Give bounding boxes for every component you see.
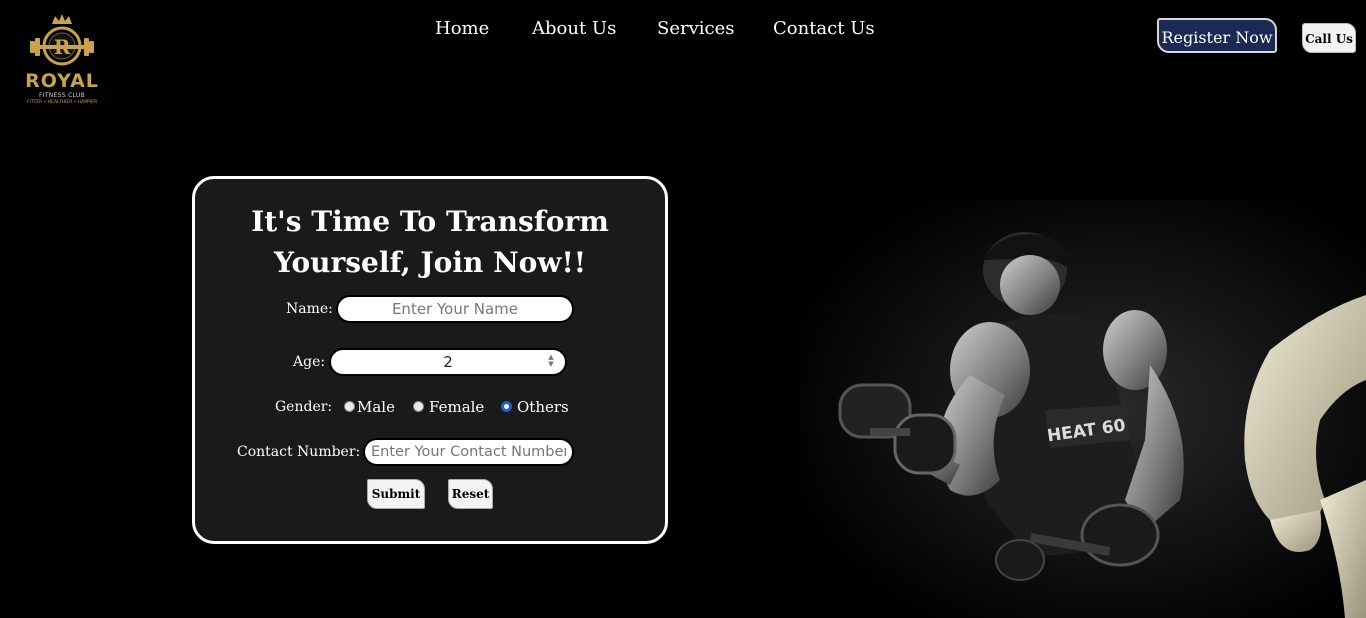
registration-form: It's Time To Transform Yourself, Join No…: [192, 176, 668, 544]
name-input[interactable]: [336, 295, 574, 323]
form-actions: Submit Reset: [195, 479, 665, 509]
brand-tagline: FITTER • HEALTHIER • HAPPIER: [26, 100, 98, 105]
brand-subtitle: FITNESS CLUB: [38, 92, 86, 99]
submit-button[interactable]: Submit: [367, 479, 425, 509]
name-label: Name:: [286, 301, 333, 317]
nav-home[interactable]: Home: [435, 17, 489, 41]
age-input[interactable]: [329, 348, 567, 376]
call-us-button[interactable]: Call Us: [1302, 23, 1356, 53]
register-now-button[interactable]: Register Now: [1157, 18, 1277, 53]
age-row: Age: ▲▼: [195, 348, 665, 376]
age-label: Age:: [293, 354, 326, 370]
gender-male-radio[interactable]: [344, 401, 355, 412]
gender-others-label[interactable]: Others: [517, 393, 569, 421]
gender-male-label[interactable]: Male: [357, 393, 395, 421]
age-stepper-icon[interactable]: ▲ ▼: [546, 354, 556, 368]
nav-services[interactable]: Services: [657, 17, 734, 41]
form-title-line1: It's Time To Transform: [251, 205, 609, 238]
nav-about-us[interactable]: About Us: [532, 17, 616, 41]
name-row: Name:: [195, 295, 665, 323]
gender-female-label[interactable]: Female: [429, 393, 484, 421]
brand-name: ROYAL: [25, 70, 99, 92]
gender-others-radio[interactable]: [501, 401, 512, 412]
reset-button[interactable]: Reset: [448, 479, 493, 509]
form-title-line2: Yourself, Join Now!!: [273, 246, 587, 279]
gender-row: Gender: Male Female Others: [195, 393, 665, 421]
nav-contact-us[interactable]: Contact Us: [773, 17, 875, 41]
bodybuilder-photo: HEAT 60: [800, 200, 1366, 618]
gender-label: Gender:: [275, 399, 333, 415]
form-title: It's Time To Transform Yourself, Join No…: [195, 201, 665, 283]
page: R ROYAL FITNESS CLUB FITTER • HEALTHIER …: [0, 0, 1366, 618]
contact-row: Contact Number:: [195, 438, 665, 466]
contact-label: Contact Number:: [237, 444, 361, 460]
gender-female-radio[interactable]: [413, 401, 424, 412]
contact-number-input[interactable]: [363, 438, 574, 466]
